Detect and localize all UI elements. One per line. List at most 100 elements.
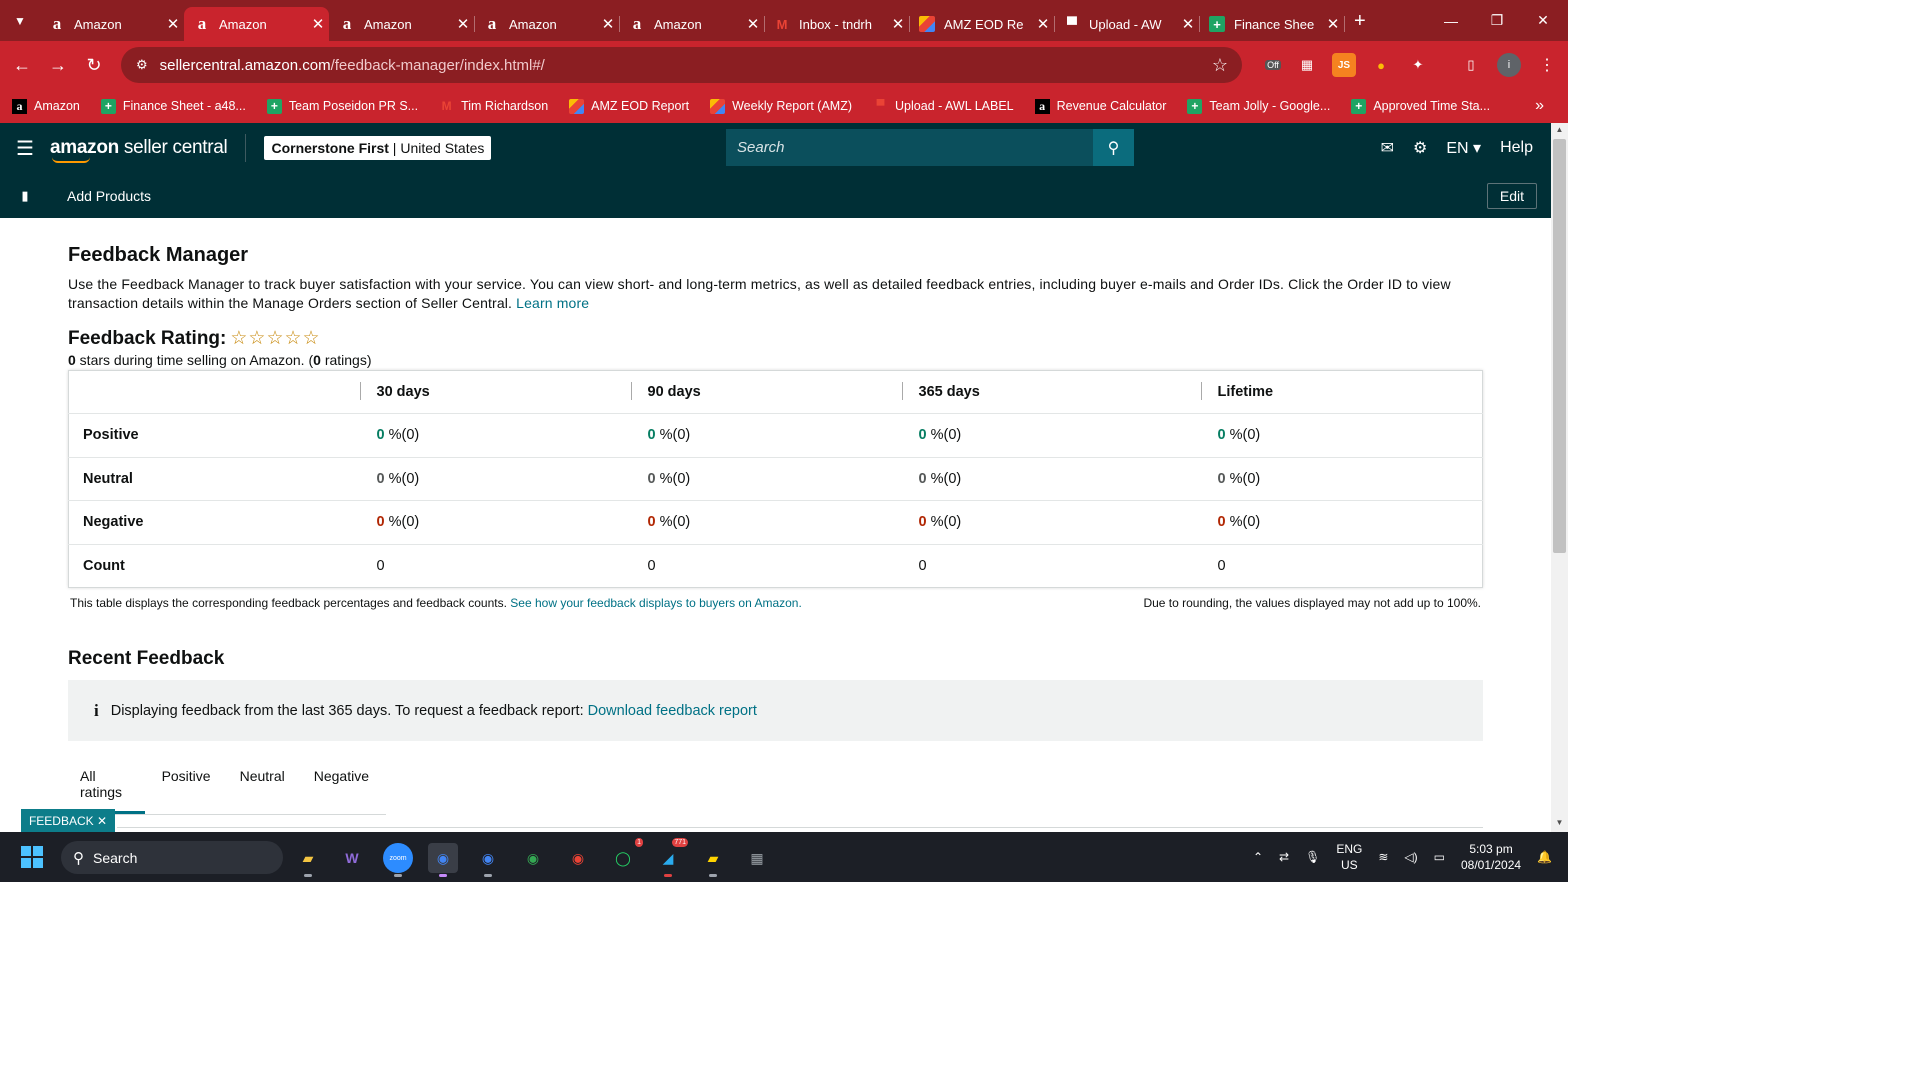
tab-search-chevron-icon[interactable]: ▼ bbox=[7, 8, 33, 34]
search-icon[interactable]: ⚲ bbox=[1093, 129, 1134, 166]
forward-arrow-icon[interactable]: → bbox=[40, 47, 76, 83]
amazon-icon: a bbox=[487, 14, 497, 33]
add-products-link[interactable]: Add Products bbox=[67, 188, 151, 204]
browser-tab[interactable]: ▀ Upload - AW ✕ bbox=[1054, 7, 1200, 41]
calculator-icon[interactable]: ▦ bbox=[742, 843, 772, 873]
bookmark-item[interactable]: a Amazon bbox=[12, 98, 80, 114]
bookmark-item[interactable]: + Team Jolly - Google... bbox=[1187, 98, 1330, 114]
browser-tab[interactable]: a Amazon ✕ bbox=[39, 7, 185, 41]
language-selector[interactable]: EN ▾ bbox=[1446, 138, 1481, 158]
bookmark-item[interactable]: Weekly Report (AMZ) bbox=[710, 98, 852, 114]
store-selector[interactable]: Cornerstone First | United States bbox=[264, 136, 492, 160]
qr-code-icon[interactable]: ▦ bbox=[1295, 53, 1319, 77]
browser-tab[interactable]: a Amazon ✕ bbox=[474, 7, 620, 41]
tab-close-icon[interactable]: ✕ bbox=[1032, 15, 1054, 33]
input-language[interactable]: ENG US bbox=[1336, 841, 1362, 873]
back-arrow-icon[interactable]: ← bbox=[4, 47, 40, 83]
microphone-icon[interactable]: 🎙 bbox=[1305, 850, 1320, 864]
taskbar-search[interactable]: ⚲ Search bbox=[61, 841, 283, 874]
word-app-icon[interactable]: W bbox=[337, 843, 367, 873]
page-scrollbar[interactable]: ▲ ▼ bbox=[1551, 123, 1568, 832]
extensions-puzzle-icon[interactable]: ✦ bbox=[1406, 53, 1430, 77]
bookmark-item[interactable]: + Approved Time Sta... bbox=[1351, 98, 1490, 114]
telegram-badge: 771 bbox=[672, 838, 688, 847]
volume-icon[interactable]: ◁) bbox=[1404, 850, 1417, 864]
close-window-icon[interactable]: ✕ bbox=[1520, 0, 1566, 41]
battery-icon[interactable]: ▭ bbox=[1434, 850, 1445, 864]
tray-chevron-icon[interactable]: ⌃ bbox=[1253, 850, 1263, 864]
chrome-icon[interactable]: ◉ bbox=[428, 843, 458, 877]
zoom-icon[interactable]: zoom bbox=[383, 843, 413, 877]
info-alert: i Displaying feedback from the last 365 … bbox=[68, 680, 1483, 741]
table-cell: 0 %(0) bbox=[359, 456, 631, 501]
chrome-profile-icon[interactable]: ◉ bbox=[518, 843, 548, 873]
filter-tab-positive[interactable]: Positive bbox=[150, 755, 223, 814]
mail-icon[interactable]: ✉ bbox=[1381, 138, 1394, 158]
hamburger-menu-icon[interactable]: ☰ bbox=[0, 136, 50, 161]
bookmarks-more-icon[interactable]: » bbox=[1535, 97, 1544, 115]
cell-count-value: %(0) bbox=[655, 514, 691, 531]
bookmark-item[interactable]: ▀ Upload - AWL LABEL bbox=[873, 99, 1014, 114]
tab-close-icon[interactable]: ✕ bbox=[1322, 15, 1344, 33]
windows-start-icon[interactable] bbox=[21, 846, 43, 868]
site-info-icon[interactable]: ⚙ bbox=[136, 57, 148, 73]
bookmark-star-icon[interactable]: ☆ bbox=[1212, 55, 1228, 76]
bookmark-item[interactable]: AMZ EOD Report bbox=[569, 98, 689, 114]
scroll-up-icon[interactable]: ▲ bbox=[1551, 125, 1568, 139]
scroll-thumb[interactable] bbox=[1553, 139, 1566, 553]
js-extension-icon[interactable]: JS bbox=[1332, 53, 1356, 77]
tab-close-icon[interactable]: ✕ bbox=[307, 15, 329, 33]
extension-off-icon[interactable]: Off bbox=[1261, 53, 1285, 77]
chrome-profile-icon[interactable]: ◉ bbox=[563, 843, 593, 873]
bookmark-item[interactable]: a Revenue Calculator bbox=[1034, 98, 1166, 114]
side-panel-icon[interactable]: ▯ bbox=[1459, 53, 1483, 77]
bookmark-item[interactable]: M Tim Richardson bbox=[439, 99, 549, 114]
filter-tab-all-ratings[interactable]: All ratings bbox=[68, 755, 145, 814]
sticky-notes-icon[interactable]: ▰ bbox=[698, 843, 728, 877]
chrome-profile-icon[interactable]: ◉ bbox=[473, 843, 503, 877]
tab-close-icon[interactable]: ✕ bbox=[887, 15, 909, 33]
url-omnibox[interactable]: ⚙ sellercentral.amazon.com/feedback-mana… bbox=[121, 47, 1242, 83]
browser-tab[interactable]: + Finance Shee ✕ bbox=[1199, 7, 1345, 41]
browser-tab[interactable]: a Amazon ✕ bbox=[619, 7, 765, 41]
browser-tab[interactable]: AMZ EOD Re ✕ bbox=[909, 7, 1055, 41]
help-link[interactable]: Help bbox=[1500, 139, 1533, 157]
bookmark-item[interactable]: + Team Poseidon PR S... bbox=[266, 98, 418, 114]
browser-tab[interactable]: M Inbox - tndrh ✕ bbox=[764, 7, 910, 41]
tab-close-icon[interactable]: ✕ bbox=[597, 15, 619, 33]
bookmark-item[interactable]: + Finance Sheet - a48... bbox=[100, 98, 246, 114]
tab-close-icon[interactable]: ✕ bbox=[452, 15, 474, 33]
whatsapp-icon[interactable]: ◯ 1 bbox=[608, 838, 643, 873]
bookmark-ribbon-icon[interactable]: ▮ bbox=[0, 188, 50, 204]
filter-tab-negative[interactable]: Negative bbox=[302, 755, 381, 814]
wifi-icon[interactable]: ≋ bbox=[1378, 850, 1388, 864]
telegram-icon[interactable]: ◢ 771 bbox=[653, 838, 688, 877]
search-input[interactable] bbox=[726, 129, 1093, 166]
browser-tab[interactable]: a Amazon ✕ bbox=[329, 7, 475, 41]
tab-close-icon[interactable]: ✕ bbox=[1177, 15, 1199, 33]
seller-central-logo[interactable]: amazon seller central bbox=[50, 137, 228, 163]
clock[interactable]: 5:03 pm 08/01/2024 bbox=[1461, 841, 1521, 873]
profile-avatar-icon[interactable]: i bbox=[1497, 53, 1521, 77]
scroll-down-icon[interactable]: ▼ bbox=[1551, 818, 1568, 832]
new-tab-plus-icon[interactable]: + bbox=[1354, 10, 1366, 33]
cell-count-value: %(0) bbox=[384, 514, 420, 531]
learn-more-link[interactable]: Learn more bbox=[516, 295, 589, 311]
filter-tab-neutral[interactable]: Neutral bbox=[228, 755, 297, 814]
color-extension-icon[interactable]: ● bbox=[1369, 53, 1393, 77]
tab-close-icon[interactable]: ✕ bbox=[742, 15, 764, 33]
feedback-display-link[interactable]: See how your feedback displays to buyers… bbox=[510, 596, 802, 610]
menu-kebab-icon[interactable]: ⋮ bbox=[1535, 53, 1559, 77]
settings-gear-icon[interactable]: ⚙ bbox=[1413, 138, 1427, 158]
tab-close-icon[interactable]: ✕ bbox=[162, 15, 184, 33]
reload-icon[interactable]: ↻ bbox=[76, 47, 112, 83]
notification-bell-icon[interactable]: 🔔 bbox=[1537, 850, 1552, 864]
download-feedback-report-link[interactable]: Download feedback report bbox=[588, 703, 757, 719]
file-explorer-icon[interactable]: ▰ bbox=[293, 843, 323, 877]
minimize-icon[interactable]: — bbox=[1428, 0, 1474, 41]
feedback-tab-button[interactable]: FEEDBACK ✕ bbox=[21, 809, 115, 832]
edit-button[interactable]: Edit bbox=[1486, 183, 1537, 209]
restore-icon[interactable]: ❐ bbox=[1474, 0, 1520, 41]
browser-tab[interactable]: a Amazon ✕ bbox=[184, 7, 329, 41]
tray-sliders-icon[interactable]: ⇄ bbox=[1279, 850, 1289, 864]
